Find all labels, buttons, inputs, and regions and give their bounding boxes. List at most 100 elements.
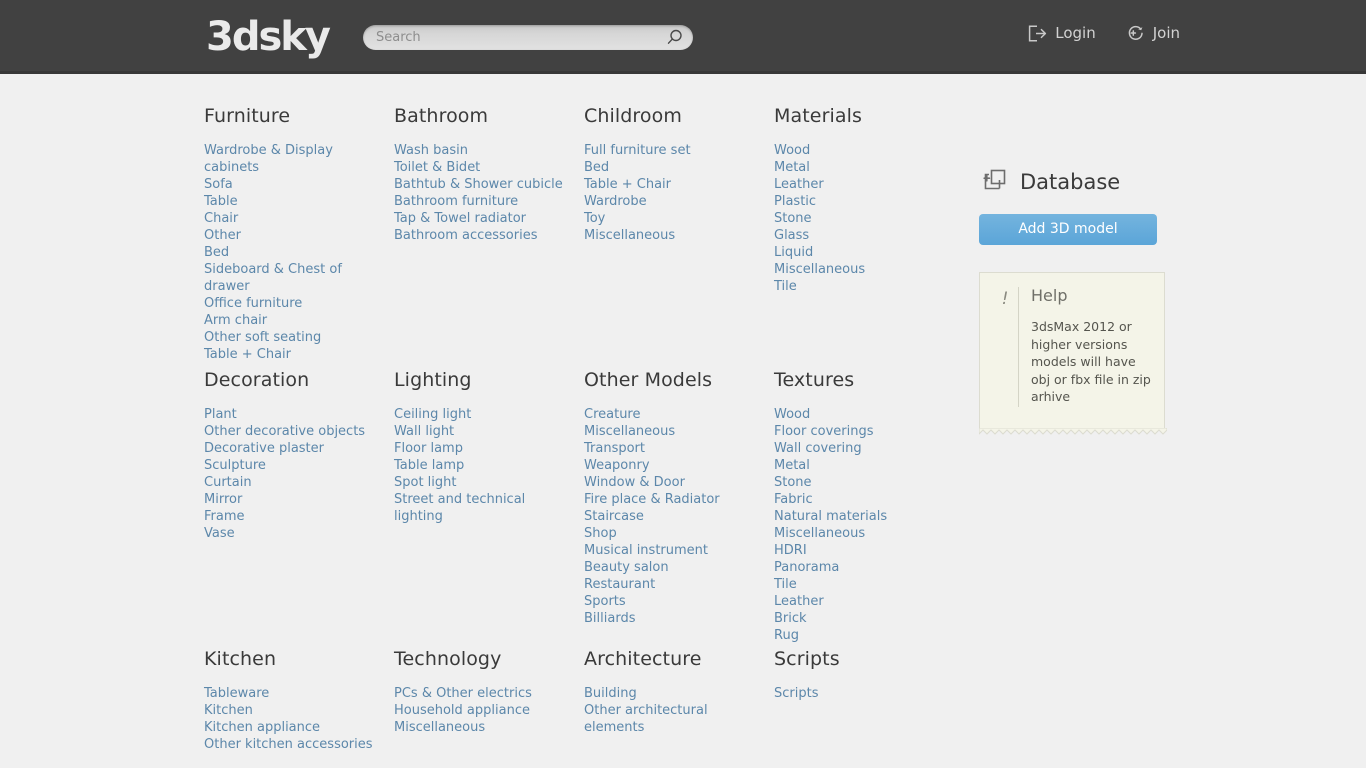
category-link[interactable]: Wood — [774, 142, 950, 159]
category-link[interactable]: Full furniture set — [584, 142, 760, 159]
search-input[interactable] — [376, 27, 656, 48]
category-link[interactable]: Other — [204, 227, 380, 244]
category-link[interactable]: Staircase — [584, 508, 760, 525]
category-link[interactable]: Sofa — [204, 176, 380, 193]
add-3d-model-button[interactable]: Add 3D model — [979, 214, 1157, 245]
category-link[interactable]: Bed — [204, 244, 380, 261]
category-link[interactable]: Sculpture — [204, 457, 380, 474]
category-link[interactable]: Toy — [584, 210, 760, 227]
category-title[interactable]: Other Models — [584, 370, 760, 390]
category-title[interactable]: Decoration — [204, 370, 380, 390]
category-link[interactable]: Tap & Towel radiator — [394, 210, 570, 227]
category-link[interactable]: Fabric — [774, 491, 950, 508]
category-link[interactable]: Spot light — [394, 474, 570, 491]
category-link[interactable]: Wall light — [394, 423, 570, 440]
category-title[interactable]: Textures — [774, 370, 950, 390]
category-link[interactable]: Bathroom furniture — [394, 193, 570, 210]
category-link[interactable]: Table + Chair — [204, 346, 380, 363]
category-link[interactable]: Natural materials — [774, 508, 950, 525]
category-link[interactable]: Metal — [774, 457, 950, 474]
category-link[interactable]: Beauty salon — [584, 559, 760, 576]
category-link[interactable]: HDRI — [774, 542, 950, 559]
category-link[interactable]: Bathroom accessories — [394, 227, 570, 244]
category-link[interactable]: Stone — [774, 210, 950, 227]
category-link[interactable]: Panorama — [774, 559, 950, 576]
category-link[interactable]: Miscellaneous — [774, 525, 950, 542]
category-link[interactable]: Other architectural elements — [584, 702, 760, 736]
category-link[interactable]: Wood — [774, 406, 950, 423]
category-link[interactable]: Wash basin — [394, 142, 570, 159]
category-link[interactable]: Plant — [204, 406, 380, 423]
category-link[interactable]: Ceiling light — [394, 406, 570, 423]
category-link[interactable]: Building — [584, 685, 760, 702]
category-link[interactable]: Table + Chair — [584, 176, 760, 193]
category-link[interactable]: Wardrobe & Display cabinets — [204, 142, 380, 176]
search-icon[interactable] — [665, 28, 684, 47]
category-link[interactable]: Toilet & Bidet — [394, 159, 570, 176]
category-link[interactable]: Billiards — [584, 610, 760, 627]
category-link[interactable]: Restaurant — [584, 576, 760, 593]
category-link[interactable]: Brick — [774, 610, 950, 627]
category-link[interactable]: Mirror — [204, 491, 380, 508]
category-link[interactable]: Transport — [584, 440, 760, 457]
category-link[interactable]: Tableware — [204, 685, 380, 702]
category-link[interactable]: Chair — [204, 210, 380, 227]
login-button[interactable]: Login — [1028, 24, 1096, 42]
category-link[interactable]: Wardrobe — [584, 193, 760, 210]
category-link[interactable]: Miscellaneous — [774, 261, 950, 278]
search-box[interactable] — [363, 25, 693, 50]
category-link[interactable]: Rug — [774, 627, 950, 644]
category-link[interactable]: Tile — [774, 576, 950, 593]
category-link[interactable]: Household appliance — [394, 702, 570, 719]
category-link[interactable]: PCs & Other electrics — [394, 685, 570, 702]
category-title[interactable]: Furniture — [204, 106, 380, 126]
category-link[interactable]: Office furniture — [204, 295, 380, 312]
category-link[interactable]: Weaponry — [584, 457, 760, 474]
category-link[interactable]: Curtain — [204, 474, 380, 491]
category-link[interactable]: Tile — [774, 278, 950, 295]
category-link[interactable]: Bathtub & Shower cubicle — [394, 176, 570, 193]
category-link[interactable]: Sports — [584, 593, 760, 610]
category-link[interactable]: Decorative plaster — [204, 440, 380, 457]
category-link[interactable]: Other kitchen accessories — [204, 736, 380, 753]
category-link[interactable]: Floor coverings — [774, 423, 950, 440]
category-link[interactable]: Leather — [774, 593, 950, 610]
category-link[interactable]: Kitchen appliance — [204, 719, 380, 736]
category-link[interactable]: Frame — [204, 508, 380, 525]
category-link[interactable]: Miscellaneous — [584, 227, 760, 244]
category-link[interactable]: Window & Door — [584, 474, 760, 491]
category-link[interactable]: Other decorative objects — [204, 423, 380, 440]
category-link[interactable]: Liquid — [774, 244, 950, 261]
category-link[interactable]: Musical instrument — [584, 542, 760, 559]
category-link[interactable]: Vase — [204, 525, 380, 542]
category-link[interactable]: Wall covering — [774, 440, 950, 457]
category-title[interactable]: Childroom — [584, 106, 760, 126]
category-link[interactable]: Table lamp — [394, 457, 570, 474]
category-title[interactable]: Bathroom — [394, 106, 570, 126]
category-link[interactable]: Street and technical lighting — [394, 491, 570, 525]
category-link[interactable]: Shop — [584, 525, 760, 542]
category-link[interactable]: Leather — [774, 176, 950, 193]
category-link[interactable]: Kitchen — [204, 702, 380, 719]
category-title[interactable]: Lighting — [394, 370, 570, 390]
category-title[interactable]: Kitchen — [204, 649, 380, 669]
category-link[interactable]: Creature — [584, 406, 760, 423]
category-title[interactable]: Scripts — [774, 649, 950, 669]
category-title[interactable]: Architecture — [584, 649, 760, 669]
category-link[interactable]: Metal — [774, 159, 950, 176]
category-link[interactable]: Miscellaneous — [394, 719, 570, 736]
category-link[interactable]: Fire place & Radiator — [584, 491, 760, 508]
category-link[interactable]: Sideboard & Chest of drawer — [204, 261, 380, 295]
category-link[interactable]: Miscellaneous — [584, 423, 760, 440]
category-link[interactable]: Glass — [774, 227, 950, 244]
category-title[interactable]: Technology — [394, 649, 570, 669]
category-link[interactable]: Table — [204, 193, 380, 210]
category-title[interactable]: Materials — [774, 106, 950, 126]
category-link[interactable]: Floor lamp — [394, 440, 570, 457]
site-logo[interactable]: 3dsky — [206, 14, 331, 60]
category-link[interactable]: Arm chair — [204, 312, 380, 329]
category-link[interactable]: Other soft seating — [204, 329, 380, 346]
category-link[interactable]: Stone — [774, 474, 950, 491]
category-link[interactable]: Bed — [584, 159, 760, 176]
category-link[interactable]: Plastic — [774, 193, 950, 210]
